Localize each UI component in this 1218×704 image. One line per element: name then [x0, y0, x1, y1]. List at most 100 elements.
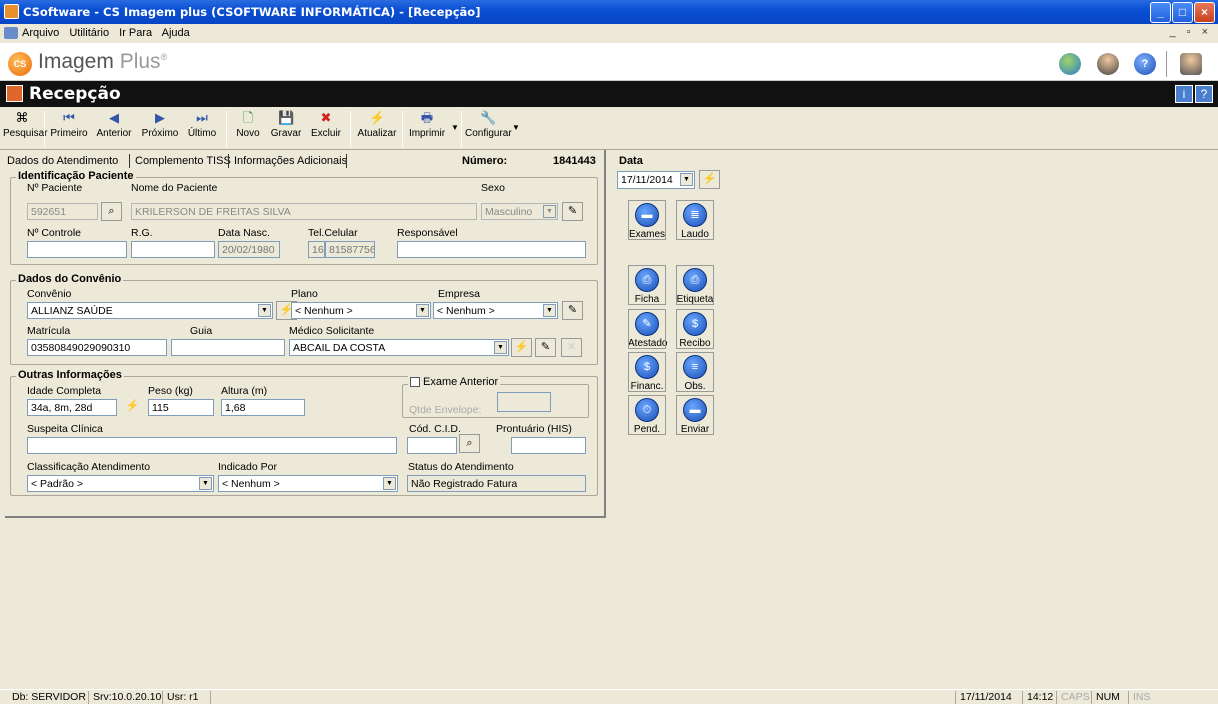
empresa-select[interactable]: < Nenhum > ▼: [433, 302, 558, 319]
tab-informacoes-adicionais[interactable]: Informações Adicionais: [234, 155, 347, 167]
status-num: NUM: [1091, 691, 1124, 704]
rg-label: R.G.: [131, 227, 153, 239]
menu-arquivo[interactable]: Arquivo: [22, 27, 59, 39]
toolbar-separator: [402, 111, 403, 147]
button-frame: [676, 265, 714, 305]
close-button[interactable]: ×: [1194, 2, 1215, 23]
proximo-button[interactable]: ▶ Próximo: [138, 111, 182, 140]
search-cid-binoculars-icon[interactable]: ⌕: [459, 434, 480, 453]
menu-utilitario[interactable]: Utilitário: [69, 27, 109, 39]
laudo-button[interactable]: ≣ Laudo: [676, 200, 714, 240]
nome-paciente-field[interactable]: KRILERSON DE FREITAS SILVA: [131, 203, 477, 220]
data-select[interactable]: 17/11/2014 ▼: [617, 171, 695, 189]
anterior-label: Anterior: [96, 128, 132, 139]
tel-celular-label: Tel.Celular: [308, 227, 358, 239]
rg-field[interactable]: [131, 241, 215, 258]
button-frame: [628, 352, 666, 392]
ficha-button[interactable]: ⎙ Ficha: [628, 265, 666, 305]
logout-icon[interactable]: [1180, 53, 1202, 75]
suspeita-field[interactable]: [27, 437, 397, 454]
chevron-down-icon: ▼: [494, 341, 507, 354]
atestado-button[interactable]: ✎ Atestado: [628, 309, 667, 349]
n-controle-field[interactable]: [27, 241, 127, 258]
imprimir-dropdown-icon[interactable]: ▼: [451, 123, 459, 132]
peso-field[interactable]: 115: [148, 399, 214, 416]
enviar-button[interactable]: ▬ Enviar: [676, 395, 714, 435]
atualizar-button[interactable]: ⚡ Atualizar: [356, 111, 398, 140]
user-icon[interactable]: [1097, 53, 1119, 75]
sexo-select[interactable]: Masculino ▼: [481, 203, 558, 220]
prontuario-field[interactable]: [511, 437, 586, 454]
idade-label: Idade Completa: [27, 385, 102, 397]
idade-field[interactable]: 34a, 8m, 28d: [27, 399, 117, 416]
first-icon: ⏮: [63, 110, 75, 125]
excluir-button[interactable]: ✖ Excluir: [308, 111, 344, 140]
indicado-select[interactable]: < Nenhum > ▼: [218, 475, 398, 492]
indicado-value: < Nenhum >: [222, 478, 280, 490]
tel-celular-field[interactable]: 81587756: [325, 241, 375, 258]
recibo-button[interactable]: $ Recibo: [676, 309, 714, 349]
data-nasc-field[interactable]: 20/02/1980: [218, 241, 280, 258]
primeiro-label: Primeiro: [50, 128, 88, 139]
n-paciente-field[interactable]: 592651: [27, 203, 98, 220]
ultimo-button[interactable]: ⏭ Último: [184, 111, 220, 140]
classificacao-select[interactable]: < Padrão > ▼: [27, 475, 214, 492]
gravar-button[interactable]: 💾 Gravar: [268, 111, 304, 140]
info-icon[interactable]: i: [1175, 85, 1193, 103]
anterior-button[interactable]: ◀ Anterior: [93, 111, 135, 140]
globe-icon[interactable]: [1059, 53, 1081, 75]
responsavel-field[interactable]: [397, 241, 586, 258]
primeiro-button[interactable]: ⏮ Primeiro: [48, 110, 90, 140]
tab-divider: [346, 154, 347, 168]
tab-dados-atendimento[interactable]: Dados do Atendimento: [7, 155, 118, 167]
medico-label: Médico Solicitante: [289, 325, 375, 337]
lightning-icon[interactable]: ⚡: [511, 338, 532, 357]
help-icon[interactable]: ?: [1134, 53, 1156, 75]
checkbox-box[interactable]: [410, 377, 420, 388]
novo-button[interactable]: 🗋 Novo: [231, 111, 265, 140]
exame-anterior-checkbox[interactable]: Exame Anterior: [408, 376, 501, 388]
menu-ir-para[interactable]: Ir Para: [119, 27, 152, 39]
mdi-window-controls[interactable]: _ ▫ ×: [1169, 26, 1212, 38]
plano-select[interactable]: < Nenhum > ▼: [291, 302, 431, 319]
clear-icon[interactable]: ✕: [561, 338, 582, 357]
tab-complemento-tiss[interactable]: Complemento TISS: [135, 155, 231, 167]
search-paciente-binoculars-icon[interactable]: ⌕: [101, 202, 122, 221]
medico-select[interactable]: ABCAIL DA COSTA ▼: [289, 339, 509, 356]
guia-label: Guia: [190, 325, 213, 337]
guia-field[interactable]: [171, 339, 285, 356]
pesquisar-button[interactable]: ⌘ Pesquisar: [3, 111, 47, 140]
convenio-select[interactable]: ALLIANZ SAÚDE ▼: [27, 302, 273, 319]
pend-button[interactable]: ⏱ Pend.: [628, 395, 666, 435]
mdi-child-icon[interactable]: [4, 27, 18, 39]
configurar-button[interactable]: 🔧 Configurar: [465, 111, 512, 140]
matricula-field[interactable]: 03580849029090310: [27, 339, 167, 356]
brand-plus: Plus: [119, 50, 161, 73]
status-usr: Usr: r1: [162, 691, 203, 704]
edit-form-icon[interactable]: ✎: [535, 338, 556, 357]
tel-ddd-field[interactable]: 16: [308, 241, 325, 258]
chevron-down-icon: ▼: [383, 477, 396, 490]
altura-field[interactable]: 1,68: [221, 399, 305, 416]
imprimir-label: Imprimir: [408, 128, 446, 139]
minimize-button[interactable]: _: [1150, 2, 1171, 23]
sexo-value: Masculino: [485, 206, 533, 218]
exames-button[interactable]: ▬ Exames: [628, 200, 666, 240]
status-srv: Srv:10.0.20.10: [88, 691, 165, 704]
etiqueta-button[interactable]: ⎙ Etiqueta: [676, 265, 714, 305]
matricula-label: Matrícula: [27, 325, 71, 337]
lightning-icon[interactable]: ⚡: [699, 170, 720, 189]
edit-form-icon[interactable]: ✎: [562, 202, 583, 221]
obs-button[interactable]: ≡ Obs.: [676, 352, 714, 392]
help-icon[interactable]: ?: [1195, 85, 1213, 103]
qtde-envelope-field[interactable]: [497, 392, 551, 412]
configurar-dropdown-icon[interactable]: ▼: [512, 123, 520, 132]
maximize-button[interactable]: □: [1172, 2, 1193, 23]
imprimir-button[interactable]: 🖶 Imprimir: [406, 111, 448, 140]
lightning-icon[interactable]: ⚡: [122, 398, 143, 417]
financ-button[interactable]: $ Financ.: [628, 352, 666, 392]
edit-form-icon[interactable]: ✎: [562, 301, 583, 320]
cid-field[interactable]: [407, 437, 457, 454]
menu-ajuda[interactable]: Ajuda: [162, 27, 190, 39]
responsavel-label: Responsável: [397, 227, 458, 239]
